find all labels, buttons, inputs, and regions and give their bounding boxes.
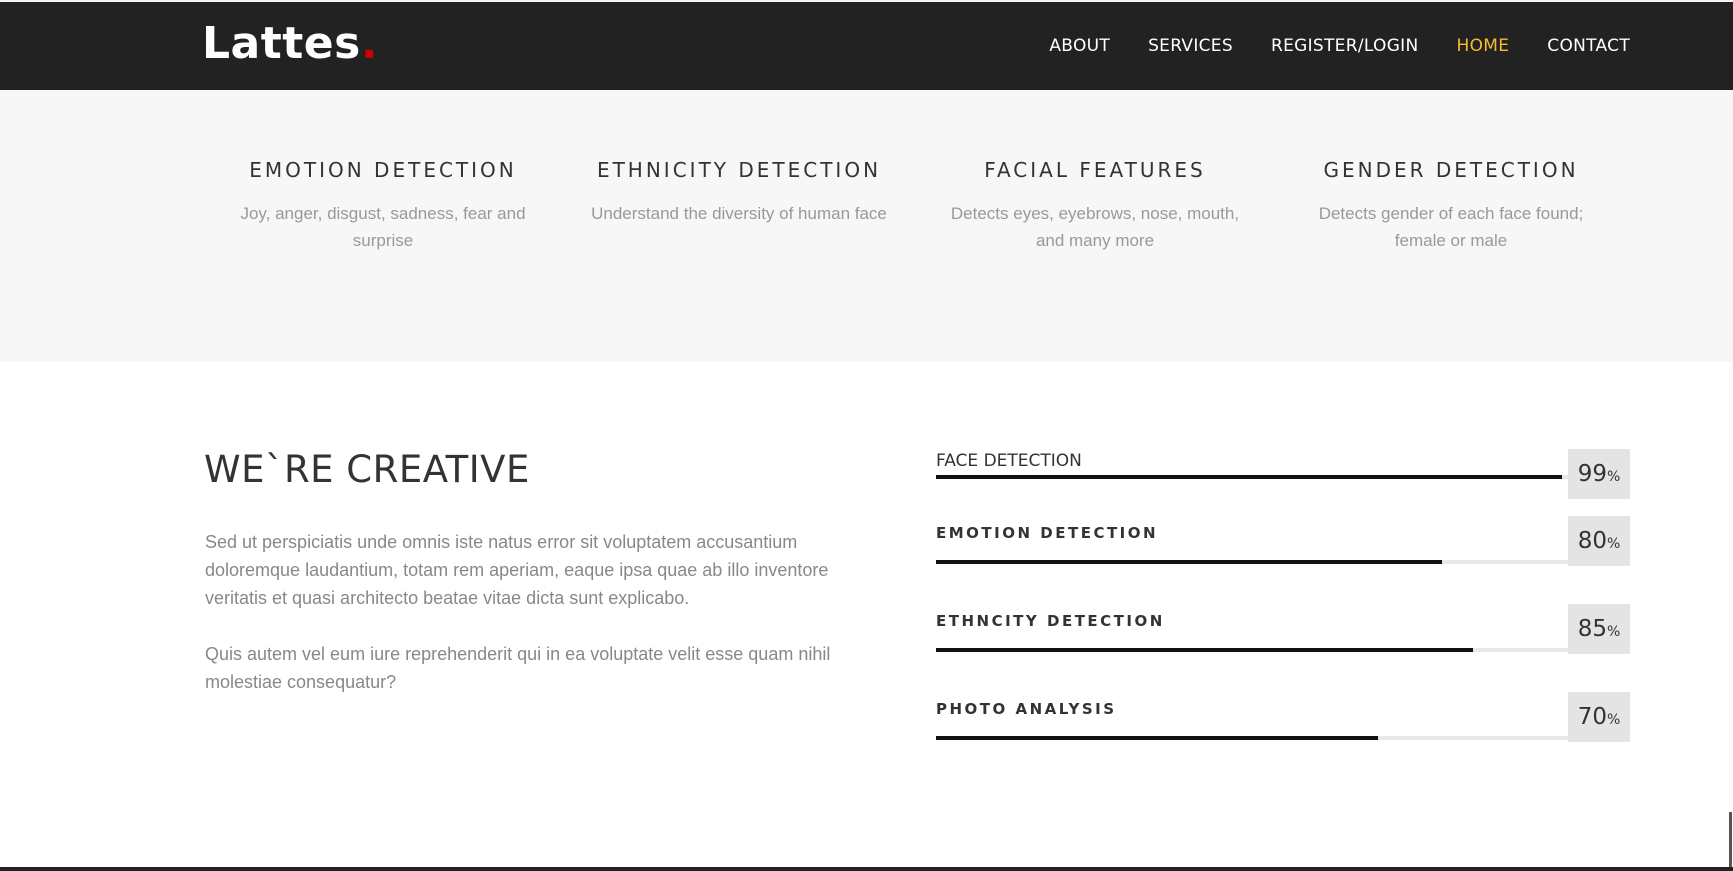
features-section: EMOTION DETECTION Joy, anger, disgust, s…	[0, 90, 1733, 362]
skill-label: ETHNCITY DETECTION	[936, 612, 1165, 630]
feature-description: Joy, anger, disgust, sadness, fear and s…	[240, 204, 526, 250]
navbar: Lattes. ABOUT SERVICES REGISTER/LOGIN HO…	[0, 2, 1733, 90]
nav-home-link[interactable]: HOME	[1457, 36, 1510, 56]
main-nav: ABOUT SERVICES REGISTER/LOGIN HOME CONTA…	[1049, 2, 1630, 90]
skill-face-detection: FACE DETECTION 99%	[936, 449, 1630, 499]
skill-percent-badge: 99%	[1568, 449, 1630, 499]
secondary-paragraph: Quis autem vel eum iure reprehenderit qu…	[205, 644, 831, 692]
skill-track	[936, 560, 1568, 564]
feature-description: Understand the diversity of human face	[591, 204, 887, 223]
skill-percent-value: 70	[1577, 704, 1607, 730]
nav-services-link[interactable]: SERVICES	[1148, 36, 1233, 56]
feature-title: FACIAL FEATURES	[984, 158, 1206, 182]
brand-dot: .	[360, 18, 379, 69]
skill-track	[936, 648, 1568, 652]
skill-label: PHOTO ANALYSIS	[936, 700, 1117, 718]
percent-unit: %	[1606, 469, 1621, 485]
nav-contact-link[interactable]: CONTACT	[1547, 36, 1630, 56]
skill-percent-value: 80	[1577, 528, 1607, 554]
intro-paragraph: Sed ut perspiciatis unde omnis iste natu…	[205, 532, 829, 608]
nav-about-link[interactable]: ABOUT	[1049, 36, 1110, 56]
percent-unit: %	[1606, 624, 1621, 640]
nav-register-login-link[interactable]: REGISTER/LOGIN	[1271, 36, 1419, 56]
skill-track	[936, 475, 1568, 479]
skill-emotion-detection: EMOTION DETECTION 80%	[936, 516, 1630, 566]
feature-ethnicity-detection: ETHNICITY DETECTION Understand the diver…	[579, 158, 899, 227]
section-heading: WE`RE CREATIVE	[204, 448, 530, 491]
skill-percent-value: 85	[1577, 616, 1607, 642]
skill-progress-fill	[936, 736, 1379, 740]
skill-percent-badge: 70%	[1568, 692, 1630, 742]
feature-title: EMOTION DETECTION	[249, 158, 517, 182]
skill-percent-badge: 85%	[1568, 604, 1630, 654]
skill-label: EMOTION DETECTION	[936, 524, 1159, 542]
percent-unit: %	[1606, 712, 1621, 728]
skill-progress-fill	[936, 560, 1442, 564]
feature-description: Detects eyes, eyebrows, nose, mouth, and…	[950, 204, 1240, 250]
brand-logo[interactable]: Lattes.	[202, 16, 378, 72]
bottom-border	[0, 867, 1733, 871]
skill-percent-badge: 80%	[1568, 516, 1630, 566]
feature-gender-detection: GENDER DETECTION Detects gender of each …	[1291, 158, 1611, 254]
brand-name: Lattes	[202, 18, 361, 69]
skill-track	[936, 736, 1568, 740]
scrollbar-thumb[interactable]	[1729, 812, 1732, 868]
feature-title: ETHNICITY DETECTION	[596, 158, 882, 182]
percent-unit: %	[1606, 536, 1621, 552]
creative-section: WE`RE CREATIVE Sed ut perspiciatis unde …	[0, 362, 1733, 867]
skill-percent-value: 99	[1577, 461, 1607, 487]
skill-photo-analysis: PHOTO ANALYSIS 70%	[936, 692, 1630, 742]
skill-label: FACE DETECTION	[936, 451, 1082, 471]
feature-emotion-detection: EMOTION DETECTION Joy, anger, disgust, s…	[223, 158, 543, 254]
skill-progress-fill	[936, 475, 1562, 479]
feature-title: GENDER DETECTION	[1323, 158, 1579, 182]
skill-ethnicity-detection: ETHNCITY DETECTION 85%	[936, 604, 1630, 654]
feature-facial-features: FACIAL FEATURES Detects eyes, eyebrows, …	[935, 158, 1255, 254]
skill-progress-fill	[936, 648, 1474, 652]
feature-description: Detects gender of each face found; femal…	[1318, 204, 1584, 250]
